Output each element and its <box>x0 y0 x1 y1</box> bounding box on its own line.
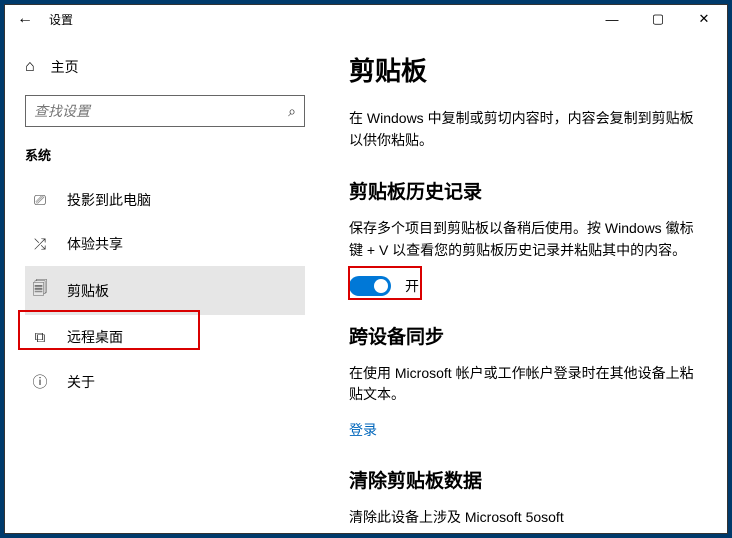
history-toggle-label: 开 <box>405 276 419 296</box>
maximize-button[interactable]: ▢ <box>635 5 681 33</box>
close-button[interactable]: ✕ <box>681 5 727 33</box>
project-icon: ⎚ <box>31 192 49 209</box>
sidebar-item-label: 远程桌面 <box>67 327 123 347</box>
history-heading: 剪贴板历史记录 <box>349 177 703 204</box>
sidebar-item-clipboard[interactable]: 🗐 剪贴板 <box>25 266 305 315</box>
page-title: 剪贴板 <box>349 51 703 88</box>
sidebar-item-project[interactable]: ⎚ 投影到此电脑 <box>25 178 305 222</box>
titlebar: ← 设置 — ▢ ✕ <box>5 5 727 33</box>
sync-desc: 在使用 Microsoft 帐户或工作帐户登录时在其他设备上粘贴文本。 <box>349 363 703 406</box>
content-pane: 剪贴板 在 Windows 中复制或剪切内容时，内容会复制到剪贴板以供你粘贴。 … <box>325 33 727 533</box>
minimize-button[interactable]: — <box>589 5 635 33</box>
sidebar-item-remote[interactable]: ⧉ 远程桌面 <box>25 315 305 359</box>
window-title: 设置 <box>45 11 589 28</box>
history-toggle-row: 开 <box>349 276 703 296</box>
shared-icon: ⤮ <box>31 236 49 253</box>
search-input[interactable] <box>34 103 288 119</box>
clear-desc: 清除此设备上涉及 Microsoft 5osoft <box>349 507 703 529</box>
remote-icon: ⧉ <box>31 329 49 346</box>
settings-window: ← 设置 — ▢ ✕ ⌂ 主页 ⌕ 系统 ⎚ 投影到此电脑 ⤮ <box>4 4 728 534</box>
info-icon: ⓘ <box>31 371 49 392</box>
sidebar-item-label: 关于 <box>67 372 95 392</box>
sidebar-item-label: 体验共享 <box>67 234 123 254</box>
home-button[interactable]: ⌂ 主页 <box>25 49 305 95</box>
clipboard-icon: 🗐 <box>31 278 49 303</box>
window-controls: — ▢ ✕ <box>589 5 727 33</box>
search-box[interactable]: ⌕ <box>25 95 305 127</box>
back-button[interactable]: ← <box>5 10 45 28</box>
sync-heading: 跨设备同步 <box>349 322 703 349</box>
history-toggle[interactable] <box>349 276 391 296</box>
sidebar-item-shared[interactable]: ⤮ 体验共享 <box>25 222 305 266</box>
window-body: ⌂ 主页 ⌕ 系统 ⎚ 投影到此电脑 ⤮ 体验共享 🗐 剪贴板 ⧉ <box>5 33 727 533</box>
history-desc: 保存多个项目到剪贴板以备稍后使用。按 Windows 徽标键 + V 以查看您的… <box>349 218 703 261</box>
sidebar-category: 系统 <box>25 145 305 164</box>
intro-text: 在 Windows 中复制或剪切内容时，内容会复制到剪贴板以供你粘贴。 <box>349 108 703 151</box>
sidebar: ⌂ 主页 ⌕ 系统 ⎚ 投影到此电脑 ⤮ 体验共享 🗐 剪贴板 ⧉ <box>5 33 325 533</box>
sign-in-link[interactable]: 登录 <box>349 420 377 440</box>
clear-heading: 清除剪贴板数据 <box>349 466 703 493</box>
search-icon: ⌕ <box>288 103 296 120</box>
home-icon: ⌂ <box>25 58 35 76</box>
home-label: 主页 <box>51 57 79 77</box>
sidebar-item-label: 剪贴板 <box>67 281 109 301</box>
sidebar-item-about[interactable]: ⓘ 关于 <box>25 359 305 404</box>
sidebar-item-label: 投影到此电脑 <box>67 190 151 210</box>
